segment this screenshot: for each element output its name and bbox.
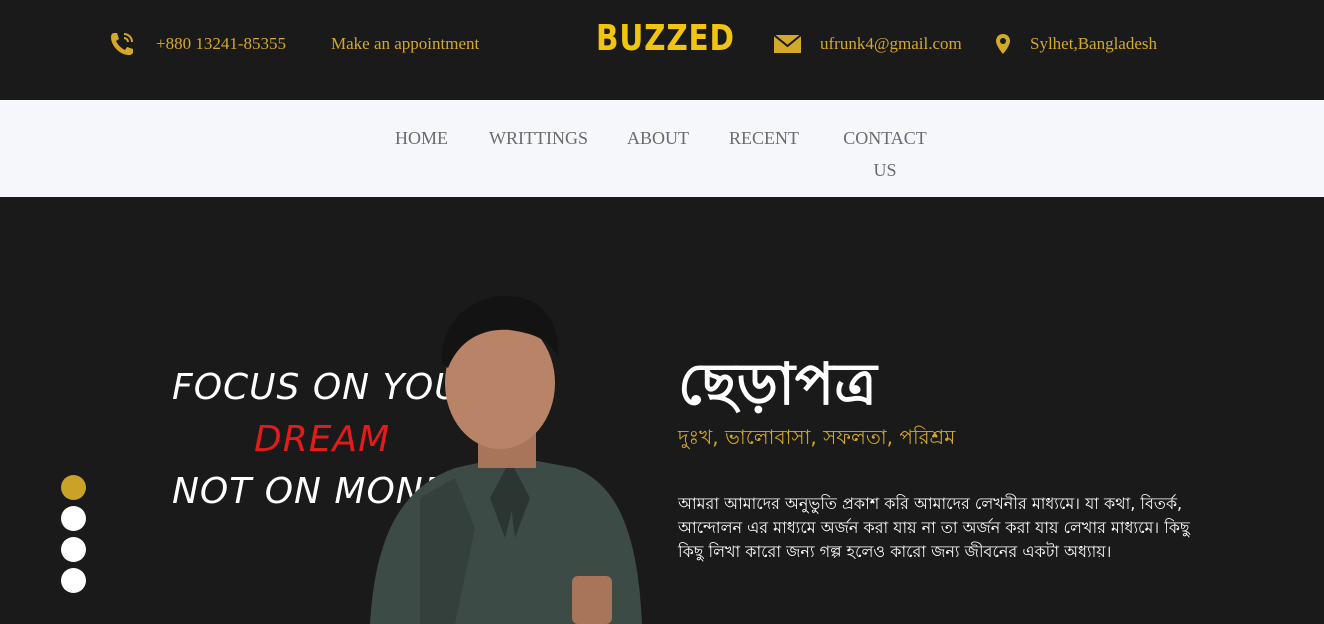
- intro-paragraph: আমরা আমাদের অনুভুতি প্রকাশ করি আমাদের লে…: [678, 494, 1190, 561]
- nav-item-contact-us[interactable]: CONTACT US: [842, 122, 928, 186]
- nav-item-recent[interactable]: RECENT: [729, 122, 799, 154]
- main-nav: HOME WRITTINGS ABOUT RECENT CONTACT US: [0, 100, 1324, 197]
- slider-dots: [61, 475, 86, 599]
- author-portrait: [370, 296, 642, 624]
- subtitle: দুঃখ, ভালোবাসা, সফলতা, পরিশ্রম: [678, 425, 956, 449]
- title: ছেড়াপত্র: [678, 350, 877, 418]
- slider-dot-4[interactable]: [61, 568, 86, 593]
- slider-dot-1[interactable]: [61, 475, 86, 500]
- top-header: +880 13241-85355 Make an appointment BUZ…: [0, 0, 1324, 100]
- phone-number[interactable]: +880 13241-85355: [156, 0, 286, 88]
- slider-dot-2[interactable]: [61, 506, 86, 531]
- nav-item-home[interactable]: HOME: [395, 122, 448, 154]
- email-link[interactable]: ufrunk4@gmail.com: [820, 0, 962, 88]
- brand-logo[interactable]: BUZZED: [596, 18, 735, 59]
- slider-dot-3[interactable]: [61, 537, 86, 562]
- nav-item-about[interactable]: ABOUT: [627, 122, 689, 154]
- appointment-link[interactable]: Make an appointment: [331, 0, 479, 88]
- nav-item-writtings[interactable]: WRITTINGS: [489, 122, 588, 154]
- location-text: Sylhet,Bangladesh: [1030, 34, 1158, 53]
- mail-icon: [773, 0, 802, 88]
- phone-icon: [108, 0, 136, 88]
- location-pin-icon: [995, 0, 1011, 88]
